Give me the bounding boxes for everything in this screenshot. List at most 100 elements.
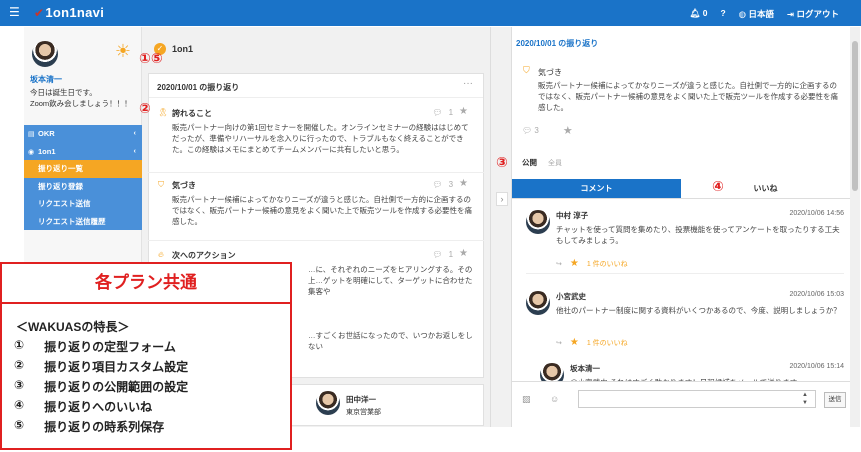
insight-body: 販売パートナー候補によってかなりニーズが違うと感じた。自社側で一方的に企画するの… [538,81,838,112]
comment-date: 2020/10/06 14:56 [789,210,845,217]
sidebar-item-okr[interactable]: ▤ OKR ‹ [24,125,142,143]
bell-icon: 🔔︎ [689,8,701,18]
language-button[interactable]: ◍ 日本語 [739,8,774,20]
star-icon[interactable]: ★ [563,124,573,137]
chart-icon: ▤ [28,131,35,138]
feature-item: ⑤ 振り返りの時系列保存 [14,418,165,434]
member-name: 田中洋一 [346,395,376,404]
star-icon[interactable]: ★ [570,337,579,348]
like-count: 1 件のいいね [586,339,628,347]
sidebar-user-name[interactable]: 坂本清一 [30,74,62,85]
overlay-title: 各プラン共通 [2,264,290,304]
panel-title: 1on1 [172,44,194,54]
like-count: 1 件のいいね [586,260,628,268]
comment-composer: ▨ ☺ ▲ ▼ 送信 [512,381,850,427]
review-detail-panel: 2020/10/01 の振り返り ⛉ 気づき 販売パートナー候補によってかなりニ… [512,27,850,427]
chevron-icon: ‹ [133,130,136,137]
image-attach-icon[interactable]: ▨ [522,394,531,405]
commenter-name: 坂本清一 [570,364,600,373]
comment-input[interactable] [578,390,816,408]
star-icon[interactable]: ★ [459,106,468,117]
help-icon[interactable]: ? [720,8,725,20]
sidebar-item-review-register[interactable]: 振り返り登録 [24,178,142,196]
notification-button[interactable]: 🔔︎ 0 [690,8,708,20]
comment-text: チャットを使って質問を集めたり、投票機能を使ってアンケートを取ったりする工夫もし… [556,225,840,245]
comment-icon[interactable]: 💬︎ [432,108,442,117]
globe-icon: ◍ [738,9,747,19]
shield-icon: ⛉ [523,65,530,75]
visibility-value[interactable]: 全員 [548,158,562,168]
visibility-label: 公開 [522,158,537,167]
tab-comments[interactable]: コメント [512,179,681,199]
reply-icon[interactable]: ↪ [556,260,562,268]
sidebar-menu: ▤ OKR ‹ ◉ 1on1 ‹ 振り返り一覧 振り返り登録 リクエスト送信 リクエスト… [24,125,142,230]
star-icon[interactable]: ★ [570,258,579,269]
detail-date-title: 2020/10/01 の振り返り [516,39,599,48]
detail-tabs: コメント いいね [512,179,850,199]
star-icon[interactable]: ★ [459,178,468,189]
notification-count: 0 [702,8,708,18]
check-icon: ◉ [28,148,35,156]
logo-mark-icon: ✔ [34,6,45,20]
overlay-subtitle: ＜WAKUASの特長＞ [16,320,130,334]
commenter-name: 小宮武史 [556,292,586,301]
callout-1-5: ①⑤ [139,50,163,66]
divider [526,273,844,274]
collapse-arrow-icon[interactable]: › [496,192,508,206]
member-avatar[interactable] [316,391,340,415]
more-options-icon[interactable]: ··· [463,78,473,89]
insight-label: 気づき [538,68,562,77]
sidebar-item-review-list[interactable]: 振り返り一覧 [24,160,142,178]
comment-date: 2020/10/06 15:03 [789,291,845,298]
shield-icon: ⛉ [158,180,164,189]
feature-item: ② 振り返り項目カスタム設定 [14,358,189,374]
logout-icon: ⇥ [786,9,795,19]
callout-4: ④ [712,178,724,194]
comment-count: 1 [448,250,454,259]
feature-item: ④ 振り返りへのいいね [14,398,153,414]
divider [148,240,484,241]
sidebar-item-request-send[interactable]: リクエスト送信 [24,195,142,213]
commenter-name: 中村 淳子 [556,211,589,220]
scrollbar-thumb[interactable] [852,41,858,191]
sidebar-item-request-history[interactable]: リクエスト送信履歴 [24,213,142,231]
top-navbar: ☰ ✔1on1navi 🔔︎ 0 ? ◍ 日本語 ⇥ ログアウト [0,0,861,26]
resize-stepper-icon[interactable]: ▲ ▼ [802,391,808,407]
commenter-avatar[interactable] [526,210,550,234]
feature-item: ③ 振り返りの公開範囲の設定 [14,378,189,394]
flame-icon: 🔥︎ [158,250,164,259]
tab-likes[interactable]: いいね [681,179,850,199]
divider [148,172,484,173]
sun-weather-icon: ☀ [114,41,131,61]
chevron-icon: ‹ [133,147,136,155]
comment-text: 他社のパートナー制度に関する資料がいくつかあるので、今度、説明しましょうか？ [556,306,841,315]
star-icon[interactable]: ★ [459,248,468,259]
comment-icon[interactable]: 💬︎ [432,250,442,259]
panel-divider: › [490,27,512,427]
review-card-title[interactable]: 2020/10/01 の振り返り [157,82,239,93]
callout-3: ③ [496,154,508,170]
comment-date: 2020/10/06 15:14 [789,363,845,370]
sidebar-user-message: 今日は誕生日です。 Zoom飲み会しましょう！！！ [30,88,132,108]
sidebar-item-1on1[interactable]: ◉ 1on1 ‹ [24,143,142,161]
feature-list-overlay: 各プラン共通 ＜WAKUASの特長＞ ① 振り返りの定型フォーム ② 振り返り項目カ… [0,262,292,450]
comment-count: 3 [448,180,454,189]
ribbon-icon: 🎗︎ [158,108,169,117]
callout-2: ② [139,100,151,116]
hamburger-menu-icon[interactable]: ☰ [9,5,20,19]
sidebar: ☀ 坂本清一 今日は誕生日です。 Zoom飲み会しましょう！！！ ▤ OKR ‹ ◉… [24,27,142,267]
comment-button[interactable]: 💬︎ 3 [522,126,539,137]
commenter-avatar[interactable] [526,291,550,315]
app-logo[interactable]: ✔1on1navi [34,5,104,20]
member-dept: 東京営業部 [346,409,381,416]
comment-count: 1 [448,108,454,117]
feature-item: ① 振り返りの定型フォーム [14,338,176,354]
reply-icon[interactable]: ↪ [556,339,562,347]
panel-header: ✓ 1on1 [142,27,490,67]
logout-button[interactable]: ⇥ ログアウト [787,8,839,20]
scrollbar[interactable] [850,27,860,427]
send-button[interactable]: 送信 [824,392,846,408]
user-avatar[interactable] [32,41,58,67]
comment-icon[interactable]: 💬︎ [432,180,442,189]
emoji-icon[interactable]: ☺ [550,394,559,404]
